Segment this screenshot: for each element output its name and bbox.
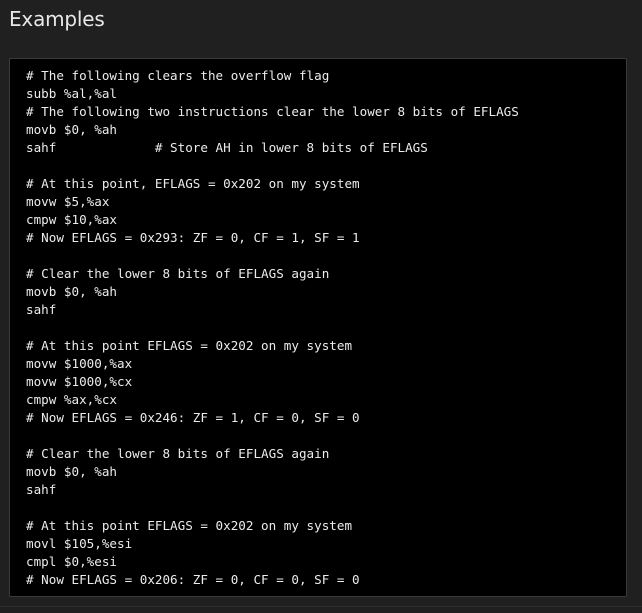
code-line: movb $0, %ah [26, 464, 117, 479]
code-line: cmpw %ax,%cx [26, 392, 117, 407]
code-line: # The following clears the overflow flag [26, 68, 330, 83]
code-line: movb $0, %ah [26, 284, 117, 299]
code-line: movl $105,%esi [26, 536, 133, 551]
code-line: # Clear the lower 8 bits of EFLAGS again [26, 266, 330, 281]
code-line: # The following two instructions clear t… [26, 104, 519, 119]
code-line: cmpw $10,%ax [26, 212, 117, 227]
code-line: sahf [26, 302, 57, 317]
code-line: # At this point, EFLAGS = 0x202 on my sy… [26, 176, 360, 191]
code-line: # Now EFLAGS = 0x293: ZF = 0, CF = 1, SF… [26, 230, 360, 245]
code-line: # At this point EFLAGS = 0x202 on my sys… [26, 518, 353, 533]
code-line: sahf # Store AH in lower 8 bits of EFLAG… [26, 140, 428, 155]
code-line: movw $1000,%cx [26, 374, 133, 389]
code-line: movw $1000,%ax [26, 356, 133, 371]
code-block: # The following clears the overflow flag… [9, 58, 627, 597]
code-line: subb %al,%al [26, 86, 117, 101]
code-line: # At this point EFLAGS = 0x202 on my sys… [26, 338, 353, 353]
code-line: movb $0, %ah [26, 122, 117, 137]
section-title: Examples [9, 7, 105, 31]
code-line: sahf [26, 482, 57, 497]
code-line: # Clear the lower 8 bits of EFLAGS again [26, 446, 330, 461]
code-line: # Now EFLAGS = 0x206: ZF = 0, CF = 0, SF… [26, 572, 360, 587]
code-line: cmpl $0,%esi [26, 554, 117, 569]
code-listing: # The following clears the overflow flag… [26, 67, 626, 589]
code-line: movw $5,%ax [26, 194, 110, 209]
code-line: # Now EFLAGS = 0x246: ZF = 1, CF = 0, SF… [26, 410, 360, 425]
bottom-divider [0, 606, 642, 607]
